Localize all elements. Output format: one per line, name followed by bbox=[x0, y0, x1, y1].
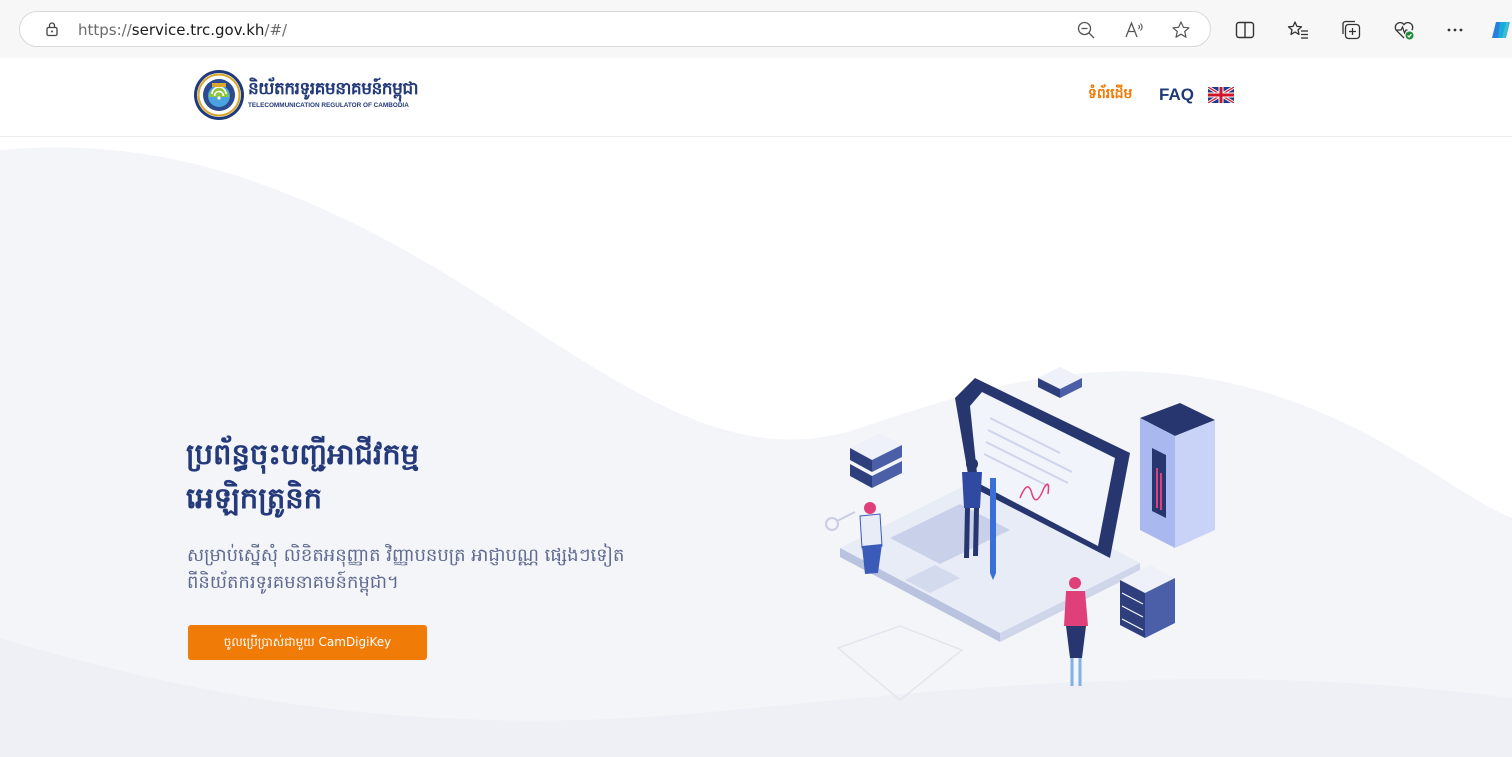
browser-health-icon[interactable] bbox=[1393, 19, 1415, 41]
url-text[interactable]: https://service.trc.gov.kh/#/ bbox=[78, 21, 287, 39]
trc-logo[interactable] bbox=[193, 69, 245, 121]
site-header: និយ័តករទូរគមនាគមន៍កម្ពុជា TELECOMMUNICAT… bbox=[0, 58, 1512, 137]
lock-icon[interactable] bbox=[44, 21, 60, 37]
hero-subtitle-line-1: សម្រាប់ស្នើសុំ លិខិតអនុញ្ញាត វិញ្ញាបនបត្… bbox=[187, 545, 625, 566]
nav-faq-link[interactable]: FAQ bbox=[1159, 85, 1194, 105]
favorites-icon[interactable] bbox=[1287, 19, 1309, 41]
brand-name-khmer: និយ័តករទូរគមនាគមន៍កម្ពុជា bbox=[248, 79, 419, 99]
collections-icon[interactable] bbox=[1340, 19, 1362, 41]
url-scheme: https:// bbox=[78, 21, 132, 39]
more-options-icon[interactable] bbox=[1444, 19, 1466, 41]
read-aloud-icon[interactable] bbox=[1124, 20, 1144, 40]
hero-subtitle: សម្រាប់ស្នើសុំ លិខិតអនុញ្ញាត វិញ្ញាបនបត្… bbox=[187, 542, 687, 596]
split-screen-icon[interactable] bbox=[1234, 19, 1256, 41]
url-path: /#/ bbox=[264, 21, 288, 39]
zoom-out-icon[interactable] bbox=[1076, 20, 1096, 40]
hero-title: ប្រព័ន្ធចុះបញ្ជីអាជីវកម្ម អេឡិកត្រូនិក bbox=[186, 432, 706, 520]
hero-title-line-1: ប្រព័ន្ធចុះបញ្ជីអាជីវកម្ម bbox=[186, 437, 420, 471]
uk-flag-icon[interactable] bbox=[1207, 85, 1235, 105]
isometric-laptop-illustration bbox=[825, 367, 1215, 701]
hero-section: ប្រព័ន្ធចុះបញ្ជីអាជីវកម្ម អេឡិកត្រូនិក ស… bbox=[0, 138, 1512, 757]
address-bar[interactable]: https://service.trc.gov.kh/#/ bbox=[19, 11, 1211, 47]
hero-subtitle-line-2: ពីនិយ័តករទូរគមនាគមន៍កម្ពុជា។ bbox=[187, 572, 399, 593]
browser-toolbar: https://service.trc.gov.kh/#/ bbox=[0, 0, 1512, 58]
hero-title-line-2: អេឡិកត្រូនិក bbox=[186, 481, 323, 515]
favorite-star-icon[interactable] bbox=[1171, 20, 1191, 40]
url-host: service.trc.gov.kh bbox=[131, 21, 265, 39]
nav-home-link[interactable]: ទំព័រដើម bbox=[1088, 84, 1132, 105]
brand-name-english: TELECOMMUNICATION REGULATOR OF CAMBODIA bbox=[248, 102, 409, 109]
camdigikey-login-button[interactable]: ចូលប្រើប្រាស់ជាមួយ CamDigiKey bbox=[188, 625, 427, 660]
copilot-icon[interactable] bbox=[1490, 19, 1512, 41]
